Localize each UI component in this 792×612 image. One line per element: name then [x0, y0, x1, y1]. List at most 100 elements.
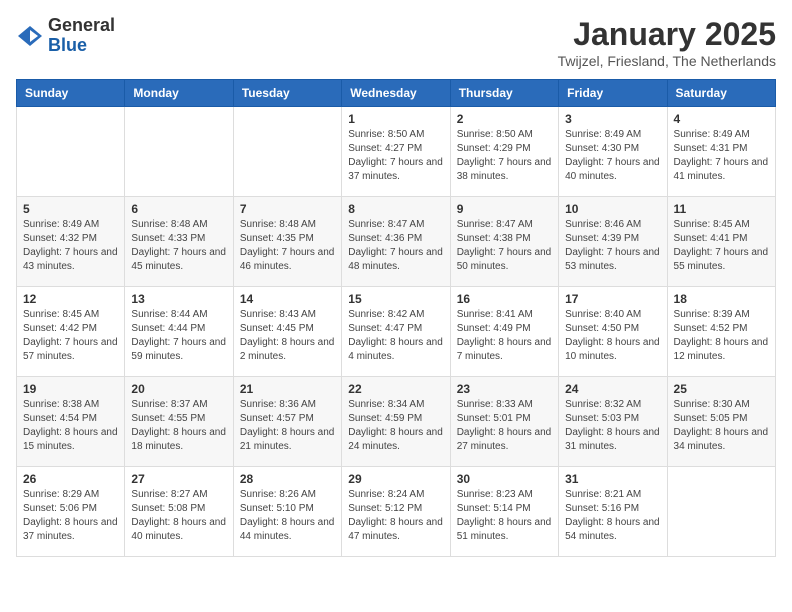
day-info: Sunrise: 8:49 AM Sunset: 4:32 PM Dayligh… [23, 218, 118, 274]
day-number: 28 [240, 472, 335, 486]
logo-general-text: General [48, 15, 115, 35]
calendar-header-row: SundayMondayTuesdayWednesdayThursdayFrid… [17, 80, 776, 107]
calendar-day-cell: 10 Sunrise: 8:46 AM Sunset: 4:39 PM Dayli… [559, 197, 667, 287]
logo-blue-text: Blue [48, 35, 87, 55]
day-number: 1 [348, 112, 443, 126]
calendar-day-cell: 15 Sunrise: 8:42 AM Sunset: 4:47 PM Dayli… [342, 287, 450, 377]
day-info: Sunrise: 8:39 AM Sunset: 4:52 PM Dayligh… [674, 308, 769, 364]
day-number: 18 [674, 292, 769, 306]
day-info: Sunrise: 8:23 AM Sunset: 5:14 PM Dayligh… [457, 488, 552, 544]
day-info: Sunrise: 8:45 AM Sunset: 4:42 PM Dayligh… [23, 308, 118, 364]
day-number: 19 [23, 382, 118, 396]
day-number: 4 [674, 112, 769, 126]
day-info: Sunrise: 8:40 AM Sunset: 4:50 PM Dayligh… [565, 308, 660, 364]
day-info: Sunrise: 8:47 AM Sunset: 4:36 PM Dayligh… [348, 218, 443, 274]
calendar-day-cell: 31 Sunrise: 8:21 AM Sunset: 5:16 PM Dayli… [559, 467, 667, 557]
logo-icon [16, 22, 44, 50]
calendar-day-cell: 5 Sunrise: 8:49 AM Sunset: 4:32 PM Daylig… [17, 197, 125, 287]
day-number: 15 [348, 292, 443, 306]
day-info: Sunrise: 8:38 AM Sunset: 4:54 PM Dayligh… [23, 398, 118, 454]
logo-text: General Blue [48, 16, 115, 56]
logo: General Blue [16, 16, 115, 56]
calendar-day-cell: 3 Sunrise: 8:49 AM Sunset: 4:30 PM Daylig… [559, 107, 667, 197]
day-number: 24 [565, 382, 660, 396]
weekday-header: Saturday [667, 80, 775, 107]
day-info: Sunrise: 8:48 AM Sunset: 4:33 PM Dayligh… [131, 218, 226, 274]
day-number: 14 [240, 292, 335, 306]
day-number: 10 [565, 202, 660, 216]
calendar-week-row: 5 Sunrise: 8:49 AM Sunset: 4:32 PM Daylig… [17, 197, 776, 287]
day-info: Sunrise: 8:46 AM Sunset: 4:39 PM Dayligh… [565, 218, 660, 274]
calendar-day-cell: 19 Sunrise: 8:38 AM Sunset: 4:54 PM Dayli… [17, 377, 125, 467]
calendar-day-cell: 13Sunrise: 8:44 AM Sunset: 4:44 PM Dayli… [125, 287, 233, 377]
day-number: 3 [565, 112, 660, 126]
day-number: 17 [565, 292, 660, 306]
day-info: Sunrise: 8:30 AM Sunset: 5:05 PM Dayligh… [674, 398, 769, 454]
day-info: Sunrise: 8:44 AM Sunset: 4:44 PM Dayligh… [131, 308, 226, 364]
day-info: Sunrise: 8:21 AM Sunset: 5:16 PM Dayligh… [565, 488, 660, 544]
day-info: Sunrise: 8:37 AM Sunset: 4:55 PM Dayligh… [131, 398, 226, 454]
day-number: 30 [457, 472, 552, 486]
location-subtitle: Twijzel, Friesland, The Netherlands [558, 53, 776, 69]
day-info: Sunrise: 8:29 AM Sunset: 5:06 PM Dayligh… [23, 488, 118, 544]
month-title: January 2025 [558, 16, 776, 53]
calendar-day-cell: 11Sunrise: 8:45 AM Sunset: 4:41 PM Dayli… [667, 197, 775, 287]
weekday-header: Monday [125, 80, 233, 107]
day-info: Sunrise: 8:26 AM Sunset: 5:10 PM Dayligh… [240, 488, 335, 544]
calendar-day-cell: 18 Sunrise: 8:39 AM Sunset: 4:52 PM Dayli… [667, 287, 775, 377]
calendar-day-cell: 28 Sunrise: 8:26 AM Sunset: 5:10 PM Dayli… [233, 467, 341, 557]
calendar-day-cell: 27Sunrise: 8:27 AM Sunset: 5:08 PM Dayli… [125, 467, 233, 557]
calendar-day-cell [17, 107, 125, 197]
weekday-header: Sunday [17, 80, 125, 107]
day-number: 2 [457, 112, 552, 126]
calendar-week-row: 26Sunrise: 8:29 AM Sunset: 5:06 PM Dayli… [17, 467, 776, 557]
calendar-day-cell [125, 107, 233, 197]
day-number: 11 [674, 202, 769, 216]
calendar-day-cell: 4Sunrise: 8:49 AM Sunset: 4:31 PM Daylig… [667, 107, 775, 197]
day-number: 6 [131, 202, 226, 216]
calendar-day-cell: 17 Sunrise: 8:40 AM Sunset: 4:50 PM Dayli… [559, 287, 667, 377]
weekday-header: Thursday [450, 80, 558, 107]
calendar-day-cell: 22Sunrise: 8:34 AM Sunset: 4:59 PM Dayli… [342, 377, 450, 467]
calendar-day-cell: 30 Sunrise: 8:23 AM Sunset: 5:14 PM Dayli… [450, 467, 558, 557]
calendar-day-cell: 23 Sunrise: 8:33 AM Sunset: 5:01 PM Dayli… [450, 377, 558, 467]
calendar-day-cell [233, 107, 341, 197]
day-number: 16 [457, 292, 552, 306]
day-info: Sunrise: 8:50 AM Sunset: 4:27 PM Dayligh… [348, 128, 443, 184]
calendar-day-cell [667, 467, 775, 557]
day-number: 23 [457, 382, 552, 396]
calendar-day-cell: 9Sunrise: 8:47 AM Sunset: 4:38 PM Daylig… [450, 197, 558, 287]
weekday-header: Wednesday [342, 80, 450, 107]
calendar-day-cell: 16 Sunrise: 8:41 AM Sunset: 4:49 PM Dayli… [450, 287, 558, 377]
calendar-week-row: 1 Sunrise: 8:50 AM Sunset: 4:27 PM Daylig… [17, 107, 776, 197]
day-info: Sunrise: 8:48 AM Sunset: 4:35 PM Dayligh… [240, 218, 335, 274]
day-number: 31 [565, 472, 660, 486]
title-block: January 2025 Twijzel, Friesland, The Net… [558, 16, 776, 69]
calendar-day-cell: 6 Sunrise: 8:48 AM Sunset: 4:33 PM Daylig… [125, 197, 233, 287]
day-number: 12 [23, 292, 118, 306]
day-number: 29 [348, 472, 443, 486]
day-number: 20 [131, 382, 226, 396]
day-info: Sunrise: 8:42 AM Sunset: 4:47 PM Dayligh… [348, 308, 443, 364]
day-info: Sunrise: 8:43 AM Sunset: 4:45 PM Dayligh… [240, 308, 335, 364]
day-info: Sunrise: 8:24 AM Sunset: 5:12 PM Dayligh… [348, 488, 443, 544]
day-number: 7 [240, 202, 335, 216]
weekday-header: Tuesday [233, 80, 341, 107]
calendar-day-cell: 1 Sunrise: 8:50 AM Sunset: 4:27 PM Daylig… [342, 107, 450, 197]
calendar-week-row: 12 Sunrise: 8:45 AM Sunset: 4:42 PM Dayli… [17, 287, 776, 377]
day-info: Sunrise: 8:33 AM Sunset: 5:01 PM Dayligh… [457, 398, 552, 454]
day-info: Sunrise: 8:32 AM Sunset: 5:03 PM Dayligh… [565, 398, 660, 454]
calendar-day-cell: 29 Sunrise: 8:24 AM Sunset: 5:12 PM Dayli… [342, 467, 450, 557]
page-header: General Blue January 2025 Twijzel, Fries… [16, 16, 776, 69]
day-info: Sunrise: 8:36 AM Sunset: 4:57 PM Dayligh… [240, 398, 335, 454]
day-number: 5 [23, 202, 118, 216]
day-info: Sunrise: 8:50 AM Sunset: 4:29 PM Dayligh… [457, 128, 552, 184]
calendar-day-cell: 8Sunrise: 8:47 AM Sunset: 4:36 PM Daylig… [342, 197, 450, 287]
day-info: Sunrise: 8:41 AM Sunset: 4:49 PM Dayligh… [457, 308, 552, 364]
calendar-day-cell: 25Sunrise: 8:30 AM Sunset: 5:05 PM Dayli… [667, 377, 775, 467]
calendar-day-cell: 2 Sunrise: 8:50 AM Sunset: 4:29 PM Daylig… [450, 107, 558, 197]
calendar-day-cell: 14 Sunrise: 8:43 AM Sunset: 4:45 PM Dayli… [233, 287, 341, 377]
day-info: Sunrise: 8:49 AM Sunset: 4:30 PM Dayligh… [565, 128, 660, 184]
day-info: Sunrise: 8:27 AM Sunset: 5:08 PM Dayligh… [131, 488, 226, 544]
day-info: Sunrise: 8:34 AM Sunset: 4:59 PM Dayligh… [348, 398, 443, 454]
